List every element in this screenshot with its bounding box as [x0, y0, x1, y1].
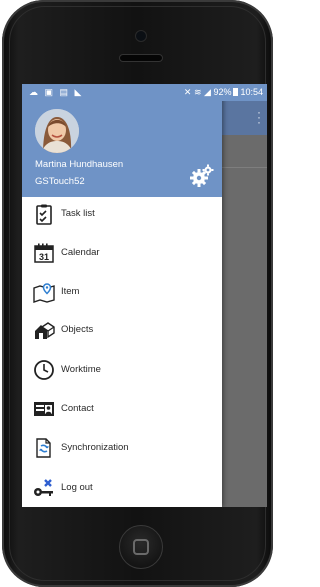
sync-document-icon: [33, 437, 55, 459]
battery-icon: [233, 88, 239, 96]
earpiece-speaker: [119, 54, 163, 62]
status-indicators: ✕ ≋ ◢ 92% 10:54: [184, 84, 263, 101]
list-divider: [222, 167, 267, 168]
menu-item-objects[interactable]: Objects: [22, 313, 222, 349]
menu-label: Calendar: [61, 247, 100, 258]
home-button[interactable]: [119, 525, 163, 569]
clipboard-icon: [33, 203, 55, 225]
menu-label: Worktime: [61, 364, 101, 375]
account-name: GSTouch52: [35, 176, 85, 187]
menu-item-synchronization[interactable]: Synchronization: [22, 431, 222, 467]
menu-label: Synchronization: [61, 442, 129, 453]
app-content-scrim[interactable]: [222, 135, 267, 507]
calendar-icon: 31: [33, 242, 55, 264]
menu-item-worktime[interactable]: Worktime: [22, 353, 222, 389]
menu-item-task-list[interactable]: Task list: [22, 197, 222, 233]
menu-item-calendar[interactable]: 31 Calendar: [22, 236, 222, 272]
status-bar: ☁ ▣ ▤ ◣ ✕ ≋ ◢ 92% 10:54: [22, 84, 267, 101]
menu-item-contact[interactable]: Contact: [22, 392, 222, 428]
menu-label: Task list: [61, 208, 95, 219]
clock-icon: [33, 359, 55, 381]
menu-label: Objects: [61, 324, 94, 335]
menu-item-log-out[interactable]: Log out: [22, 471, 222, 507]
calendar-day-number: 31: [39, 252, 49, 262]
objects-icon: [33, 319, 55, 341]
notification-icons: ☁ ▣ ▤ ◣: [29, 87, 84, 97]
key-logout-icon: [33, 477, 55, 499]
contact-card-icon: [33, 398, 55, 420]
user-photo: [35, 109, 79, 153]
wifi-icon: ≋: [193, 87, 202, 97]
menu-item-item[interactable]: Item: [22, 275, 222, 311]
user-name: Martina Hundhausen: [35, 159, 124, 170]
status-time: 10:54: [240, 87, 263, 97]
menu-label: Log out: [61, 482, 93, 493]
menu-label: Contact: [61, 403, 94, 414]
map-pin-icon: [33, 281, 55, 303]
battery-percent: 92%: [213, 87, 232, 97]
front-camera: [135, 30, 147, 42]
mute-icon: ✕: [183, 87, 192, 97]
home-square-icon: [133, 539, 149, 555]
signal-icon: ◢: [204, 87, 211, 97]
overflow-menu-icon[interactable]: · · ·: [257, 106, 261, 128]
navigation-drawer: Martina Hundhausen GSTouch52 Task list 3…: [22, 84, 222, 507]
settings-gear-icon[interactable]: [190, 164, 214, 188]
app-toolbar: · · ·: [222, 101, 267, 135]
menu-label: Item: [61, 286, 80, 297]
phone-screen: · · · Martina Hundhausen GSTouch52 Task …: [22, 84, 267, 507]
avatar[interactable]: [35, 109, 79, 153]
